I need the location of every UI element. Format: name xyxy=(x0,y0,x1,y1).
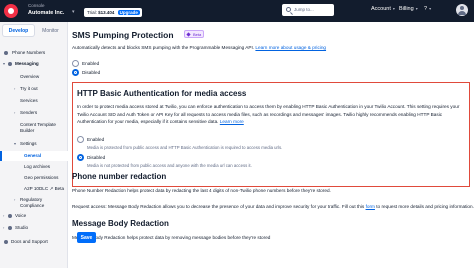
account-switcher[interactable]: Automate Inc. xyxy=(28,10,64,16)
sidebar-item-general[interactable]: General xyxy=(0,151,68,161)
phone-redaction-title: Phone number redaction xyxy=(72,172,167,181)
request-form-link[interactable]: form xyxy=(366,204,375,209)
chevron-down-icon: ▾ xyxy=(14,141,17,146)
search-placeholder: Jump to... xyxy=(294,7,314,12)
http-auth-disabled-help: Media is not protected from public acces… xyxy=(87,163,252,168)
http-auth-title: HTTP Basic Authentication for media acce… xyxy=(77,89,247,98)
voice-icon xyxy=(8,214,12,218)
account-menu[interactable]: Account ▾ xyxy=(371,6,395,12)
phone-redaction-text: Phone Number Redaction helps protect dat… xyxy=(72,188,331,193)
chevron-right-icon: › xyxy=(14,197,16,202)
sidebar-item-overview[interactable]: Overview xyxy=(0,72,68,82)
chevron-down-icon: ▾ xyxy=(392,6,395,11)
console-label: Console xyxy=(28,3,45,8)
chevron-right-icon: › xyxy=(3,213,5,218)
sms-disabled-radio[interactable] xyxy=(72,69,79,76)
sidebar-tabs: Develop Monitor xyxy=(0,22,68,38)
sidebar-item-docs-support[interactable]: Docs and Support xyxy=(0,237,68,247)
sidebar-item-senders[interactable]: › Senders xyxy=(0,108,68,118)
sidebar: Develop Monitor Phone Numbers ▾ Messagin… xyxy=(0,22,68,268)
upgrade-button[interactable]: Upgrade xyxy=(117,10,140,15)
twilio-logo-icon[interactable] xyxy=(4,4,18,18)
usage-pricing-link[interactable]: Learn more about usage & pricing xyxy=(255,45,326,50)
chevron-right-icon: › xyxy=(14,86,16,91)
trial-balance: $13.404 xyxy=(98,10,115,15)
tab-monitor[interactable]: Monitor xyxy=(35,25,66,36)
trial-balance-badge: Trial: $13.404 Upgrade xyxy=(84,8,142,17)
billing-menu[interactable]: Billing ▾ xyxy=(399,6,418,12)
sidebar-item-a2p-10dlc[interactable]: A2P 10DLC ↗ Beta xyxy=(0,184,68,194)
studio-icon xyxy=(8,226,12,230)
search-icon xyxy=(286,7,291,12)
sidebar-item-phone-numbers[interactable]: Phone Numbers xyxy=(0,48,68,58)
top-bar: Console Automate Inc. ▾ Trial: $13.404 U… xyxy=(0,0,474,22)
http-auth-enabled-radio[interactable] xyxy=(77,136,84,143)
tab-develop[interactable]: Develop xyxy=(3,25,34,36)
http-auth-disabled-radio[interactable] xyxy=(77,154,84,161)
user-avatar-icon[interactable] xyxy=(456,4,468,16)
chevron-right-icon: › xyxy=(3,225,5,230)
sidebar-item-services[interactable]: Services xyxy=(0,96,68,106)
sidebar-item-try-it-out[interactable]: › Try it out xyxy=(0,84,68,94)
chevron-down-icon: ▾ xyxy=(3,61,6,66)
page-title: SMS Pumping Protection xyxy=(72,30,174,40)
http-auth-learn-more-link[interactable]: Learn more xyxy=(220,119,244,124)
body-redaction-title: Message Body Redaction xyxy=(72,219,169,228)
sidebar-item-regulatory-compliance[interactable]: › Regulatory Compliance xyxy=(0,195,68,211)
sidebar-item-content-template-builder[interactable]: Content Template Builder xyxy=(0,120,68,136)
http-auth-description: In order to protect media access stored … xyxy=(77,104,460,124)
sidebar-item-settings[interactable]: ▾ Settings xyxy=(0,139,68,149)
sms-enabled-radio[interactable] xyxy=(72,60,79,67)
body-redaction-text: Message Body Redaction helps protect dat… xyxy=(72,235,271,240)
chevron-down-icon: ▾ xyxy=(415,6,418,11)
search-input[interactable]: Jump to... xyxy=(282,4,334,16)
sidebar-item-messaging[interactable]: ▾ Messaging xyxy=(0,59,68,69)
docs-icon xyxy=(4,240,8,244)
http-auth-enabled-help: Media is protected from public access an… xyxy=(87,145,283,150)
sidebar-item-geo-permissions[interactable]: Geo permissions xyxy=(0,173,68,183)
intro-text: Automatically detects and blocks SMS pum… xyxy=(72,45,327,50)
sidebar-item-studio[interactable]: › Studio xyxy=(0,223,68,233)
trial-label: Trial: xyxy=(87,10,97,15)
main-content: SMS Pumping Protection Beta Automaticall… xyxy=(72,30,474,240)
help-menu[interactable]: ? ▾ xyxy=(424,6,431,12)
sidebar-item-log-archives[interactable]: Log archives xyxy=(0,162,68,172)
chevron-down-icon: ▾ xyxy=(429,6,432,11)
beta-badge: Beta xyxy=(184,30,205,38)
phone-icon xyxy=(4,51,8,55)
save-button[interactable]: Save xyxy=(77,232,96,243)
chat-icon xyxy=(8,62,12,66)
chevron-right-icon: › xyxy=(14,110,16,115)
chevron-down-icon[interactable]: ▾ xyxy=(72,9,75,15)
phone-redaction-request-text: Request access: Message Body Redaction a… xyxy=(72,204,474,209)
sidebar-item-voice[interactable]: › Voice xyxy=(0,211,68,221)
